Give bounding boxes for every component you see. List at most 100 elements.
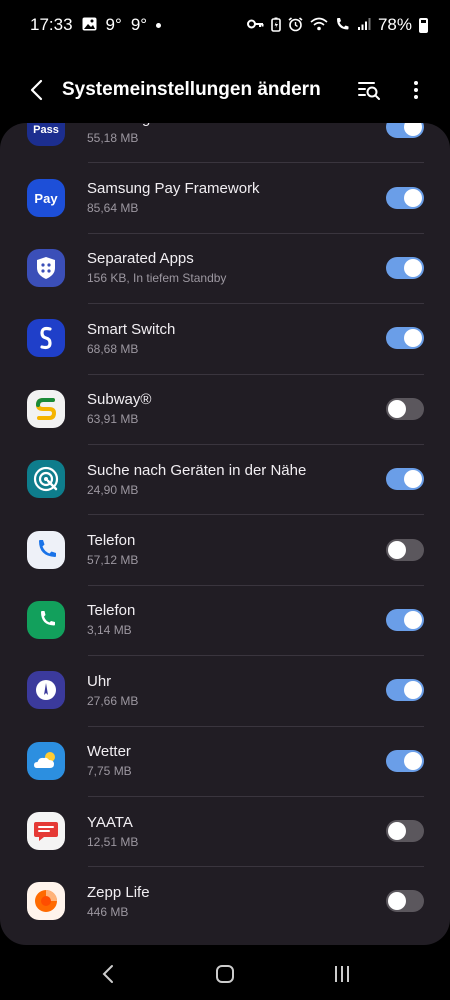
svg-text:Pay: Pay bbox=[34, 191, 58, 206]
page-title: Systemeinstellungen ändern bbox=[62, 79, 321, 100]
app-name: Zepp Life bbox=[87, 883, 150, 901]
app-text: Subway® 63,91 MB bbox=[87, 391, 386, 426]
alarm-icon bbox=[288, 16, 303, 34]
status-battery-percent: 78% bbox=[377, 15, 412, 34]
more-vert-icon bbox=[414, 81, 418, 99]
back-button[interactable] bbox=[22, 76, 50, 104]
app-name: Subway® bbox=[87, 391, 152, 409]
status-bar-right: 78% bbox=[246, 15, 428, 35]
status-bar-left: 17:33 9° 9° bbox=[30, 15, 162, 35]
toggle-knob bbox=[388, 892, 406, 911]
toggle-knob bbox=[404, 681, 422, 700]
permission-toggle-switch[interactable] bbox=[386, 749, 424, 772]
permission-toggle-switch[interactable] bbox=[386, 327, 424, 350]
nav-back-icon bbox=[102, 965, 114, 983]
toggle-knob bbox=[404, 751, 422, 770]
permission-toggle-switch[interactable] bbox=[386, 820, 424, 843]
samsung-pay-icon: Pay bbox=[27, 178, 65, 217]
battery-saver-icon bbox=[271, 17, 281, 34]
permission-toggle-switch[interactable] bbox=[386, 123, 424, 139]
nav-home-icon bbox=[215, 965, 234, 983]
vowifi-phone-icon bbox=[335, 17, 350, 33]
nav-recents-icon bbox=[334, 966, 349, 982]
app-size: 55,18 MB bbox=[87, 130, 139, 145]
app-size: 85,64 MB bbox=[87, 201, 139, 216]
toggle-knob bbox=[404, 123, 422, 137]
app-name: Smart Switch bbox=[87, 320, 176, 338]
permission-toggle-switch[interactable] bbox=[386, 679, 424, 702]
app-name: Telefon bbox=[87, 532, 136, 550]
app-name: Suche nach Geräten in der Nähe bbox=[87, 461, 307, 479]
app-text: Telefon 3,14 MB bbox=[87, 602, 386, 637]
toggle-knob bbox=[388, 399, 406, 418]
svg-text:Pass: Pass bbox=[33, 124, 59, 136]
nav-home-button[interactable] bbox=[205, 954, 245, 994]
app-text: Samsung Pay Framework 85,64 MB bbox=[87, 180, 386, 215]
signal-strength-icon bbox=[357, 17, 371, 33]
app-size: 68,68 MB bbox=[87, 341, 139, 356]
app-size: 27,66 MB bbox=[87, 693, 139, 708]
app-text: Telefon 57,12 MB bbox=[87, 532, 386, 567]
nav-recents-button[interactable] bbox=[322, 954, 362, 994]
app-list-item[interactable]: Wetter 7,75 MB bbox=[0, 725, 450, 796]
app-size: 12,51 MB bbox=[87, 834, 139, 849]
app-text: Samsung Pass 55,18 MB bbox=[87, 123, 386, 145]
battery-icon bbox=[419, 17, 428, 33]
app-list-item[interactable]: Smart Switch 68,68 MB bbox=[0, 303, 450, 373]
app-name: Separated Apps bbox=[87, 250, 194, 268]
separated-apps-icon bbox=[27, 248, 65, 287]
wifi-calling-icon bbox=[310, 17, 328, 33]
toggle-knob bbox=[404, 258, 422, 277]
toggle-knob bbox=[404, 470, 422, 489]
app-list-item[interactable]: Uhr 27,66 MB bbox=[0, 655, 450, 725]
app-text: Uhr 27,66 MB bbox=[87, 673, 386, 708]
app-name: YAATA bbox=[87, 813, 133, 831]
toggle-knob bbox=[388, 540, 406, 559]
app-list-item[interactable]: Subway® 63,91 MB bbox=[0, 373, 450, 444]
more-options-button[interactable] bbox=[400, 74, 432, 106]
filter-search-button[interactable] bbox=[354, 74, 386, 106]
navigation-bar bbox=[0, 948, 450, 1000]
permission-toggle-switch[interactable] bbox=[386, 468, 424, 491]
app-list-item[interactable]: Telefon 57,12 MB bbox=[0, 514, 450, 584]
phone-icon-samsung bbox=[27, 600, 65, 639]
gallery-notification-icon bbox=[82, 17, 97, 33]
app-name: Uhr bbox=[87, 672, 112, 690]
permission-toggle-switch[interactable] bbox=[386, 256, 424, 279]
app-text: Wetter 7,75 MB bbox=[87, 743, 386, 778]
app-list-item[interactable]: YAATA 12,51 MB bbox=[0, 795, 450, 866]
subway-icon bbox=[27, 389, 65, 428]
app-text: Suche nach Geräten in der Nähe 24,90 MB bbox=[87, 462, 386, 497]
status-time: 17:33 bbox=[30, 15, 73, 34]
toggle-knob bbox=[404, 188, 422, 207]
app-list-item[interactable]: SAMSUNGPass Samsung Pass 55,18 MB bbox=[0, 123, 450, 162]
permission-toggle-switch[interactable] bbox=[386, 397, 424, 420]
app-list-item[interactable]: Separated Apps 156 KB, In tiefem Standby bbox=[0, 232, 450, 303]
app-list-item[interactable]: Zepp Life 446 MB bbox=[0, 866, 450, 936]
smart-switch-icon bbox=[27, 319, 65, 358]
app-list-item[interactable]: Pay Samsung Pay Framework 85,64 MB bbox=[0, 162, 450, 232]
toggle-knob bbox=[404, 329, 422, 348]
permission-toggle-switch[interactable] bbox=[386, 890, 424, 913]
clock-icon bbox=[27, 671, 65, 710]
app-size: 63,91 MB bbox=[87, 412, 139, 427]
permission-toggle-switch[interactable] bbox=[386, 608, 424, 631]
app-name: Samsung Pass bbox=[87, 123, 386, 127]
app-list-item[interactable]: Suche nach Geräten in der Nähe 24,90 MB bbox=[0, 443, 450, 514]
more-notifications-dot-icon bbox=[156, 22, 162, 28]
toggle-knob bbox=[388, 822, 406, 841]
app-bar: Systemeinstellungen ändern bbox=[0, 60, 450, 120]
key-icon bbox=[246, 18, 264, 32]
app-list-item[interactable]: Telefon 3,14 MB bbox=[0, 584, 450, 655]
status-bar: 17:33 9° 9° 78% bbox=[0, 0, 450, 50]
app-list-panel[interactable]: SAMSUNGPass Samsung Pass 55,18 MB Pay Samsun… bbox=[0, 123, 450, 945]
app-text: Zepp Life 446 MB bbox=[87, 884, 386, 919]
nav-back-button[interactable] bbox=[88, 954, 128, 994]
permission-toggle-switch[interactable] bbox=[386, 186, 424, 209]
permission-toggle-switch[interactable] bbox=[386, 538, 424, 561]
nearby-devices-icon bbox=[27, 460, 65, 499]
toggle-knob bbox=[404, 610, 422, 629]
app-size: 57,12 MB bbox=[87, 553, 139, 568]
app-text: YAATA 12,51 MB bbox=[87, 814, 386, 849]
list-search-icon bbox=[358, 82, 380, 100]
